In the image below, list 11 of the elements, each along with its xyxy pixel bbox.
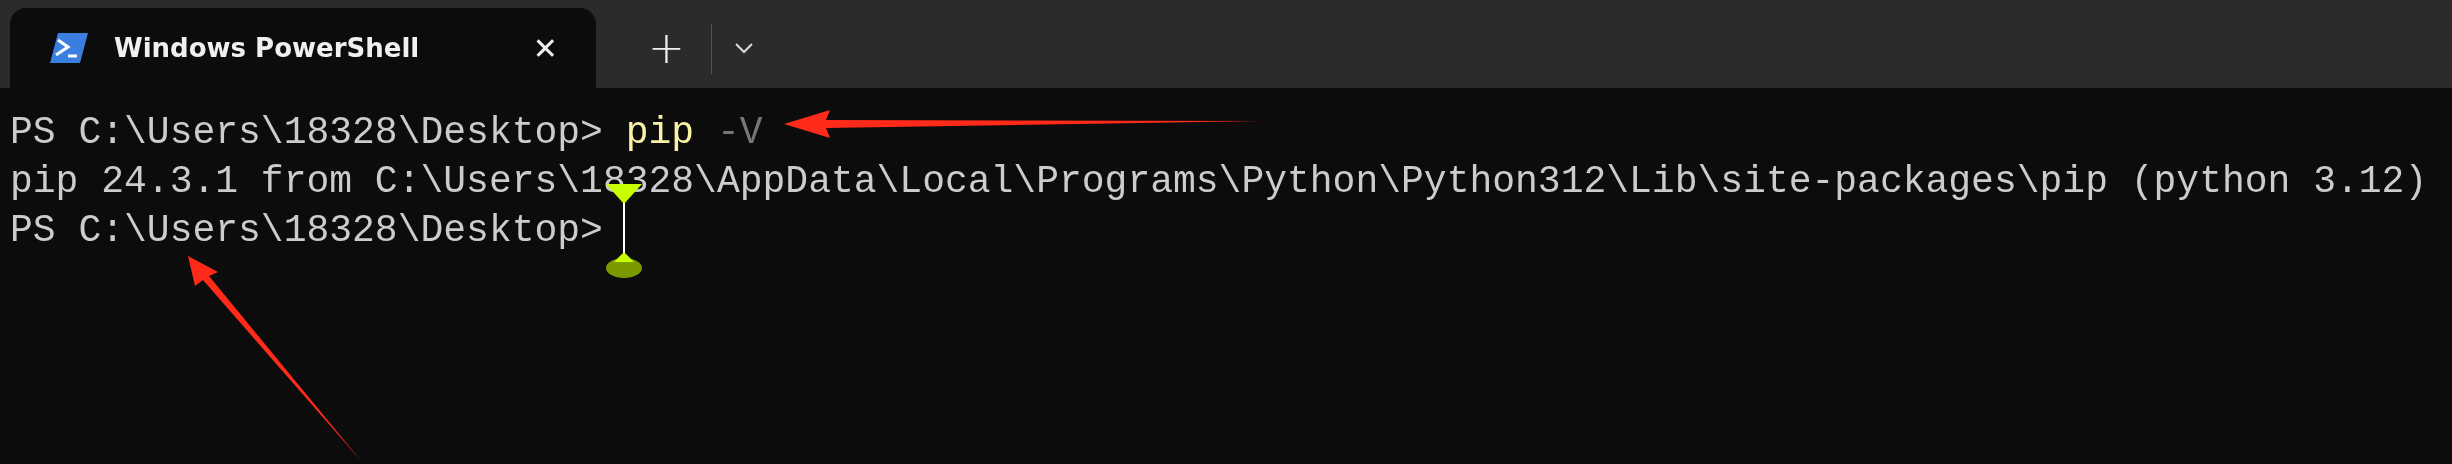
- terminal-tab[interactable]: Windows PowerShell ✕: [10, 8, 596, 88]
- output-text: pip 24.3.1 from C:\Users\18328\AppData\Local\Programs\Python\Python312\Lib\site-packages\pip (python 3.12): [10, 160, 2428, 203]
- tab-title: Windows PowerShell: [114, 33, 421, 63]
- command-parameter: -V: [716, 111, 763, 154]
- shell-prompt: PS C:\Users\18328\Desktop>: [10, 209, 603, 252]
- close-tab-button[interactable]: ✕: [522, 26, 568, 70]
- command-text: pip: [625, 111, 695, 154]
- new-tab-button[interactable]: +: [636, 18, 697, 78]
- shell-prompt: PS C:\Users\18328\Desktop>: [10, 111, 604, 154]
- powershell-icon: [50, 33, 88, 63]
- chevron-down-icon: [733, 42, 754, 54]
